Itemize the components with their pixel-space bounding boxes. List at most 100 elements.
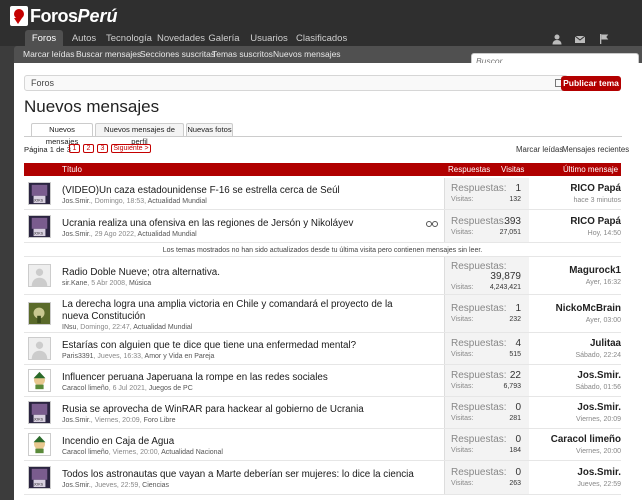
- thread-author[interactable]: Jos.Smir.: [62, 482, 91, 489]
- thread-meta: sir.Kane, 5 Abr 2008, Música: [62, 280, 152, 287]
- thread-meta: Paris3391, Jueves, 16:33, Amor y Vida en…: [62, 353, 215, 360]
- thread-forum[interactable]: Actualidad Mundial: [138, 231, 197, 238]
- last-post-time[interactable]: Viernes, 20:00: [525, 448, 621, 455]
- page-2[interactable]: 2: [83, 144, 94, 153]
- avatar[interactable]: JOKS: [28, 215, 51, 238]
- thread-date[interactable]: Domingo, 18:53: [95, 198, 144, 205]
- user-icon[interactable]: [551, 33, 563, 45]
- last-post-time[interactable]: Jueves, 22:59: [525, 481, 621, 488]
- thread-title[interactable]: Rusia se aprovecha de WinRAR para hackea…: [62, 404, 417, 416]
- thread-date[interactable]: Jueves, 16:33: [97, 353, 141, 360]
- thread-stats: Respuestas: 1 Visitas: 232: [444, 295, 529, 332]
- col-replies[interactable]: Respuestas: [448, 165, 490, 174]
- col-last-post[interactable]: Último mensaje: [563, 165, 618, 174]
- thread-forum[interactable]: Música: [129, 280, 151, 287]
- thread-author[interactable]: sir.Kane: [62, 280, 87, 287]
- last-post-time[interactable]: Viernes, 20:09: [525, 416, 621, 423]
- thread-date[interactable]: 5 Abr 2008: [91, 280, 125, 287]
- recent-posts-link[interactable]: Mensajes recientes: [562, 145, 629, 154]
- thread-date[interactable]: Jueves, 22:59: [95, 482, 139, 489]
- last-post-user[interactable]: Caracol limeño: [525, 434, 621, 445]
- thread-author[interactable]: INsu: [62, 324, 76, 331]
- col-views[interactable]: Visitas: [501, 165, 524, 174]
- thread-title[interactable]: Incendio en Caja de Agua: [62, 436, 417, 448]
- thread-stats: Respuestas: 1 Visitas: 132: [444, 178, 529, 209]
- avatar[interactable]: [28, 264, 51, 287]
- thread-author[interactable]: Jos.Smir.: [62, 417, 91, 424]
- subnav-watched-forums[interactable]: Secciones suscritas: [140, 46, 215, 63]
- avatar[interactable]: [28, 433, 51, 456]
- tab-new-photos[interactable]: Nuevas fotos: [186, 123, 233, 136]
- last-post-user[interactable]: RICO Papá: [525, 216, 621, 227]
- breadcrumb-foros[interactable]: Foros: [31, 78, 54, 88]
- avatar[interactable]: JOKS: [28, 401, 51, 424]
- thread-forum[interactable]: Amor y Vida en Pareja: [145, 353, 215, 360]
- page-1[interactable]: 1: [69, 144, 80, 153]
- mark-read-link[interactable]: Marcar leídas: [516, 145, 563, 154]
- thread-date[interactable]: Viernes, 20:00: [113, 449, 158, 456]
- last-post-user[interactable]: RICO Papá: [525, 183, 621, 194]
- thread-row: JOKS (VIDEO)Un caza estadounidense F-16 s…: [24, 178, 621, 210]
- thread-date[interactable]: Viernes, 20:09: [95, 417, 140, 424]
- thread-forum[interactable]: Juegos de PC: [149, 385, 193, 392]
- breadcrumb[interactable]: Foros: [24, 75, 568, 91]
- subnav-new-posts[interactable]: Nuevos mensajes: [273, 46, 341, 63]
- mail-icon[interactable]: [574, 33, 586, 45]
- flag-icon[interactable]: [598, 33, 610, 45]
- tab-new-profile-posts[interactable]: Nuevos mensajes de perfil: [95, 123, 184, 146]
- thread-forum[interactable]: Ciencias: [142, 482, 169, 489]
- thread-author[interactable]: Jos.Smir.: [62, 231, 91, 238]
- thread-date[interactable]: Domingo, 22:47: [80, 324, 129, 331]
- avatar[interactable]: [28, 302, 51, 325]
- last-post-user[interactable]: Jos.Smir.: [525, 370, 621, 381]
- last-post-user[interactable]: Jos.Smir.: [525, 402, 621, 413]
- avatar[interactable]: [28, 369, 51, 392]
- views-count: 263: [509, 480, 521, 487]
- thread-title[interactable]: Estarías con alguien que te dice que tie…: [62, 340, 417, 352]
- last-post-user[interactable]: Julitaa: [525, 338, 621, 349]
- thread-author[interactable]: Jos.Smir.: [62, 198, 91, 205]
- last-post-time[interactable]: Sábado, 22:24: [525, 352, 621, 359]
- thread-title[interactable]: Influencer peruana Japeruana la rompe en…: [62, 372, 417, 384]
- thread-row: JOKS Ucrania realiza una ofensiva en las …: [24, 210, 621, 243]
- thread-forum[interactable]: Actualidad Mundial: [133, 324, 192, 331]
- thread-date[interactable]: 6 Jul 2021: [113, 385, 145, 392]
- thread-stats: Respuestas: 393 Visitas: 27,051: [444, 210, 529, 242]
- thread-title[interactable]: Radio Doble Nueve; otra alternativa.: [62, 267, 417, 279]
- subnav-watched-threads[interactable]: Temas suscritos: [212, 46, 273, 63]
- subnav-mark-read[interactable]: Marcar leídas: [23, 46, 75, 63]
- views-label: Visitas:: [451, 316, 474, 323]
- last-post-time[interactable]: Ayer, 16:32: [525, 279, 621, 286]
- thread-title[interactable]: Ucrania realiza una ofensiva en las regi…: [62, 218, 417, 230]
- last-post-user[interactable]: Jos.Smir.: [525, 467, 621, 478]
- thread-forum[interactable]: Foro Libre: [144, 417, 176, 424]
- last-post-user[interactable]: Magurock1: [525, 265, 621, 276]
- thread-title[interactable]: Todos los astronautas que vayan a Marte …: [62, 469, 417, 481]
- thread-forum[interactable]: Actualidad Nacional: [161, 449, 223, 456]
- last-post-time[interactable]: Hoy, 14:50: [525, 230, 621, 237]
- thread-author[interactable]: Paris3391: [62, 353, 94, 360]
- last-post-time[interactable]: Sábado, 01:56: [525, 384, 621, 391]
- avatar[interactable]: JOKS: [28, 182, 51, 205]
- thread-author[interactable]: Caracol limeño: [62, 449, 109, 456]
- page-3[interactable]: 3: [97, 144, 108, 153]
- avatar[interactable]: [28, 337, 51, 360]
- new-topic-button[interactable]: Publicar tema: [561, 76, 621, 91]
- thread-forum[interactable]: Actualidad Mundial: [148, 198, 207, 205]
- site-logo[interactable]: Foros Perú: [10, 5, 118, 27]
- thread-row: Influencer peruana Japeruana la rompe en…: [24, 365, 621, 397]
- last-post-time[interactable]: hace 3 minutos: [525, 197, 621, 204]
- tab-new-posts[interactable]: Nuevos mensajes: [31, 123, 93, 146]
- last-post-time[interactable]: Ayer, 03:00: [525, 317, 621, 324]
- replies-label: Respuestas:: [451, 183, 507, 194]
- thread-date[interactable]: 29 Ago 2022: [95, 231, 134, 238]
- last-post-user[interactable]: NickoMcBrain: [525, 303, 621, 314]
- thread-author[interactable]: Caracol limeño: [62, 385, 109, 392]
- thread-title[interactable]: La derecha logra una amplia victoria en …: [62, 299, 417, 323]
- svg-text:JOKS: JOKS: [34, 198, 44, 202]
- avatar[interactable]: JOKS: [28, 466, 51, 489]
- page-next[interactable]: Siguiente >: [111, 144, 151, 153]
- thread-title[interactable]: (VIDEO)Un caza estadounidense F-16 se es…: [62, 185, 417, 197]
- col-title[interactable]: Título: [62, 165, 82, 174]
- subnav-search-posts[interactable]: Buscar mensajes: [76, 46, 141, 63]
